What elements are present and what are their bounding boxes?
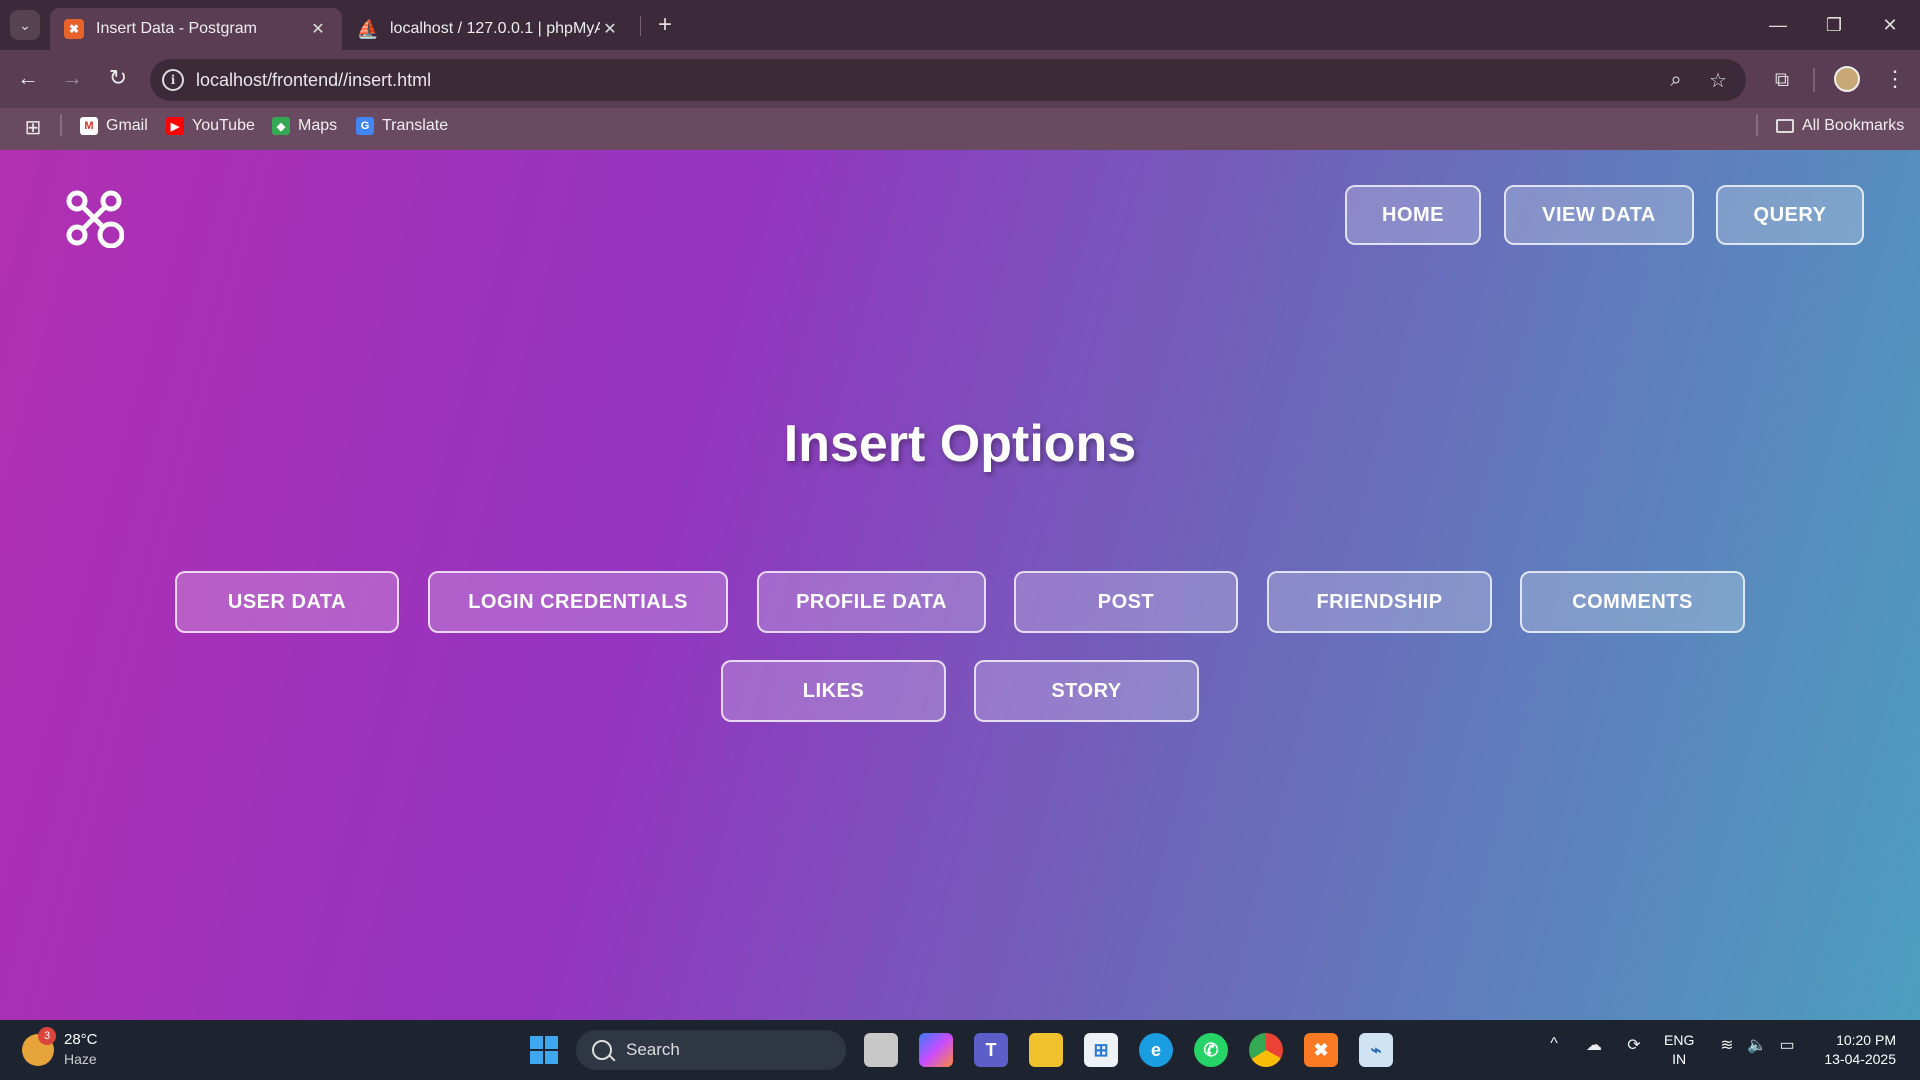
- close-tab-icon[interactable]: ✕: [308, 19, 328, 39]
- postgram-logo-icon[interactable]: [64, 188, 124, 248]
- nav-view-data-button[interactable]: VIEW DATA: [1504, 185, 1694, 245]
- file-explorer-icon[interactable]: [1029, 1033, 1063, 1067]
- site-info-icon[interactable]: i: [162, 69, 184, 91]
- bookmark-label: Gmail: [106, 117, 148, 134]
- weather-badge: 3: [38, 1027, 56, 1045]
- bookmark-maps[interactable]: ◆ Maps: [272, 114, 337, 138]
- microsoft-store-icon[interactable]: ⊞: [1084, 1033, 1118, 1067]
- bookmark-label: YouTube: [192, 117, 255, 134]
- show-hidden-icons-chevron-icon[interactable]: ^: [1542, 1035, 1566, 1053]
- back-button[interactable]: ←: [12, 62, 44, 94]
- friendship-button[interactable]: FRIENDSHIP: [1267, 571, 1492, 633]
- bookmarks-divider: [1756, 114, 1758, 136]
- tab-phpmyadmin[interactable]: ⛵ localhost / 127.0.0.1 | phpMyAd ✕: [344, 8, 634, 50]
- bookmark-star-icon[interactable]: ☆: [1704, 66, 1732, 94]
- whatsapp-icon[interactable]: ✆: [1194, 1033, 1228, 1067]
- apps-grid-icon[interactable]: ⊞: [20, 114, 46, 140]
- story-button[interactable]: STORY: [974, 660, 1199, 722]
- edge-icon[interactable]: e: [1139, 1033, 1173, 1067]
- bookmarks-divider: [60, 114, 62, 136]
- xampp-favicon-icon: ✖: [64, 19, 84, 39]
- login-credentials-button[interactable]: LOGIN CREDENTIALS: [428, 571, 728, 633]
- url-text[interactable]: localhost/frontend//insert.html: [196, 70, 431, 91]
- profile-data-button[interactable]: PROFILE DATA: [757, 571, 986, 633]
- bookmark-label: All Bookmarks: [1802, 117, 1905, 134]
- battery-icon[interactable]: ▭: [1774, 1035, 1800, 1055]
- post-button[interactable]: POST: [1014, 571, 1238, 633]
- resource-monitor-icon[interactable]: ⌁: [1359, 1033, 1393, 1067]
- youtube-icon: ▶: [166, 117, 184, 135]
- search-icon: [592, 1040, 612, 1060]
- clock-date: 13-04-2025: [1824, 1051, 1896, 1067]
- teams-icon[interactable]: T: [974, 1033, 1008, 1067]
- tab-search-button[interactable]: ⌄: [10, 10, 40, 40]
- gmail-icon: M: [80, 117, 98, 135]
- toolbar-divider: [1813, 68, 1815, 92]
- new-tab-button[interactable]: +: [650, 10, 680, 40]
- forward-button[interactable]: →: [56, 62, 88, 94]
- weather-temperature[interactable]: 28°C: [64, 1031, 98, 1048]
- all-bookmarks-button[interactable]: All Bookmarks: [1776, 114, 1904, 138]
- phpmyadmin-favicon-icon: ⛵: [356, 18, 380, 39]
- page-content: HOME VIEW DATA QUERY Insert Options USER…: [0, 150, 1920, 1020]
- task-view-icon[interactable]: [864, 1033, 898, 1067]
- tab-title: localhost / 127.0.0.1 | phpMyAd: [390, 20, 600, 37]
- tab-title: Insert Data - Postgram: [96, 20, 257, 37]
- start-menu-icon[interactable]: [527, 1033, 561, 1067]
- zoom-icon[interactable]: ⌕: [1662, 66, 1690, 94]
- page-title: Insert Options: [783, 415, 1137, 473]
- folder-icon: [1776, 119, 1794, 133]
- bookmark-label: Translate: [382, 117, 449, 134]
- volume-icon[interactable]: 🔈: [1744, 1035, 1770, 1055]
- onedrive-icon[interactable]: ☁: [1580, 1035, 1608, 1055]
- reload-button[interactable]: ↻: [102, 62, 134, 94]
- taskbar-search-box[interactable]: Search: [576, 1030, 846, 1070]
- chrome-icon[interactable]: [1249, 1033, 1283, 1067]
- maps-icon: ◆: [272, 117, 290, 135]
- translate-icon: G: [356, 117, 374, 135]
- likes-button[interactable]: LIKES: [721, 660, 946, 722]
- search-placeholder: Search: [626, 1040, 680, 1059]
- bookmark-label: Maps: [298, 117, 338, 134]
- language-indicator[interactable]: ENG IN: [1664, 1031, 1694, 1069]
- close-tab-icon[interactable]: ✕: [600, 19, 620, 39]
- bookmark-translate[interactable]: G Translate: [356, 114, 448, 138]
- sync-icon[interactable]: ⟳: [1620, 1035, 1648, 1055]
- extensions-icon[interactable]: ⧉: [1768, 66, 1796, 94]
- language-code: ENG: [1664, 1032, 1695, 1048]
- tab-divider: [640, 16, 641, 36]
- system-clock[interactable]: 10:20 PM 13-04-2025: [1810, 1031, 1896, 1069]
- copilot-icon[interactable]: [919, 1033, 953, 1067]
- minimize-icon[interactable]: —: [1750, 0, 1806, 50]
- restore-icon[interactable]: ❐: [1806, 0, 1862, 50]
- user-data-button[interactable]: USER DATA: [175, 571, 399, 633]
- bookmark-gmail[interactable]: M Gmail: [80, 114, 148, 138]
- tab-insert-data[interactable]: ✖ Insert Data - Postgram ✕: [50, 8, 342, 50]
- bookmark-youtube[interactable]: ▶ YouTube: [166, 114, 255, 138]
- weather-condition[interactable]: Haze: [64, 1051, 97, 1067]
- clock-time: 10:20 PM: [1836, 1032, 1896, 1048]
- nav-home-button[interactable]: HOME: [1345, 185, 1481, 245]
- close-window-icon[interactable]: ✕: [1862, 0, 1918, 50]
- wifi-icon[interactable]: ≋: [1714, 1035, 1740, 1055]
- nav-query-button[interactable]: QUERY: [1716, 185, 1864, 245]
- region-code: IN: [1672, 1051, 1687, 1067]
- xampp-icon[interactable]: ✖: [1304, 1033, 1338, 1067]
- browser-menu-icon[interactable]: ⋮: [1880, 64, 1910, 94]
- comments-button[interactable]: COMMENTS: [1520, 571, 1745, 633]
- profile-avatar[interactable]: [1834, 66, 1860, 92]
